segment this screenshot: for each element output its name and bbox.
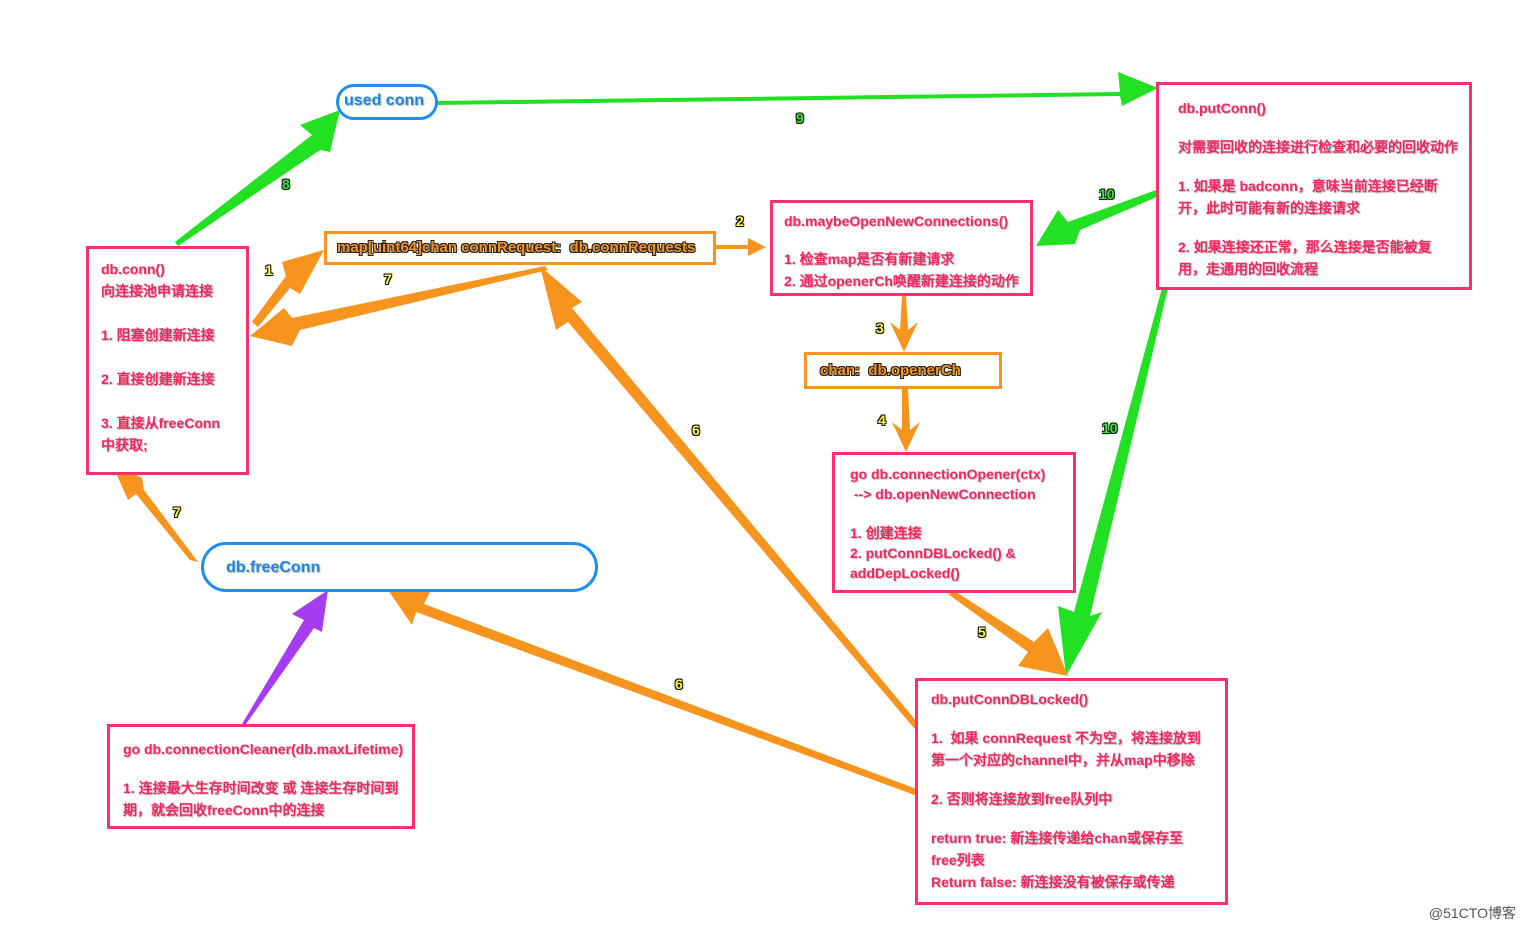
node-connection-opener: go db.connectionOpener(ctx) --> db.openN… <box>832 452 1076 593</box>
step-label-9: 9 <box>796 110 804 126</box>
arrow-9-used-to-putconn <box>437 72 1158 106</box>
node-put-conn-db-locked-item: free列表 <box>931 852 985 868</box>
node-maybe-open-item: 2. 通过openerCh唤醒新建连接的动作 <box>784 273 1019 289</box>
arrow-10-putconn-to-putconndblocked <box>1058 244 1178 676</box>
node-connection-opener-item: 1. 创建连接 <box>850 525 922 541</box>
step-label-7: 7 <box>384 271 392 287</box>
node-db-conn-item: 3. 直接从freeConn <box>101 415 221 431</box>
node-db-conn-item: 中获取; <box>101 437 148 453</box>
node-connection-cleaner-item: 期，就会回收freeConn中的连接 <box>123 802 325 818</box>
node-put-conn-item: 1. 如果是 badconn，意味当前连接已经断 <box>1178 178 1438 194</box>
node-connection-opener-subtitle: --> db.openNewConnection <box>850 486 1036 502</box>
node-put-conn-db-locked-item: 1. 如果 connRequest 不为空，将连接放到 <box>931 730 1201 746</box>
diagram-canvas: used conn db.conn() 向连接池申请连接 1. 阻塞创建新连接 … <box>0 0 1526 931</box>
node-put-conn-item: 2. 如果连接还正常，那么连接是否能被复 <box>1178 239 1432 255</box>
step-label-10: 10 <box>1102 420 1118 436</box>
arrow-cleaner-to-freeconn <box>242 590 328 724</box>
node-connection-cleaner-item: 1. 连接最大生存时间改变 或 连接生存时间到 <box>123 780 399 796</box>
step-label-6: 6 <box>692 422 700 438</box>
node-put-conn-title: db.putConn() <box>1178 100 1266 116</box>
arrow-4-openerch-to-opener <box>892 389 920 452</box>
step-label-2: 2 <box>736 213 744 229</box>
node-put-conn-db-locked-item: 第一个对应的channel中，并从map中移除 <box>931 752 1195 768</box>
node-put-conn-item: 开，此时可能有新的连接请求 <box>1178 200 1360 216</box>
node-db-conn-item: 1. 阻塞创建新连接 <box>101 327 215 343</box>
node-put-conn: db.putConn() 对需要回收的连接进行检查和必要的回收动作 1. 如果是… <box>1156 82 1472 290</box>
node-conn-requests: map[uint64]chan connRequest: db.connRequ… <box>324 231 716 265</box>
step-label-3: 3 <box>876 320 884 336</box>
step-label-1: 1 <box>265 262 273 278</box>
arrow-2-connrequests-to-maybeopen <box>716 238 766 256</box>
node-put-conn-db-locked-item: Return false: 新连接没有被保存或传递 <box>931 874 1175 890</box>
arrow-8-conn-to-used <box>175 110 340 246</box>
watermark: @51CTO博客 <box>1428 905 1516 921</box>
node-put-conn-db-locked-item: return true: 新连接传递给chan或保存至 <box>931 830 1184 846</box>
node-conn-requests-label: map[uint64]chan connRequest: db.connRequ… <box>337 239 696 256</box>
node-put-conn-db-locked-item: 2. 否则将连接放到free队列中 <box>931 791 1113 807</box>
step-label-6: 6 <box>675 676 683 692</box>
node-connection-opener-item: addDepLocked() <box>850 565 960 581</box>
node-maybe-open-item: 1. 检查map是否有新建请求 <box>784 251 955 267</box>
node-maybe-open: db.maybeOpenNewConnections() 1. 检查map是否有… <box>770 200 1033 296</box>
step-label-5: 5 <box>978 624 986 640</box>
node-db-conn: db.conn() 向连接池申请连接 1. 阻塞创建新连接 2. 直接创建新连接… <box>86 246 249 475</box>
node-put-conn-db-locked-title: db.putConnDBLocked() <box>931 691 1089 707</box>
node-free-conn-label: db.freeConn <box>226 559 321 576</box>
node-put-conn-item: 用，走通用的回收流程 <box>1178 261 1318 277</box>
node-put-conn-db-locked: db.putConnDBLocked() 1. 如果 connRequest 不… <box>915 678 1228 905</box>
node-used-conn: used conn <box>336 84 438 120</box>
node-db-conn-subtitle: 向连接池申请连接 <box>101 283 213 299</box>
node-connection-opener-title: go db.connectionOpener(ctx) <box>850 466 1046 482</box>
node-maybe-open-title: db.maybeOpenNewConnections() <box>784 213 1009 229</box>
arrow-5-opener-to-putconndblocked <box>948 592 1068 676</box>
node-used-conn-label: used conn <box>344 92 425 109</box>
node-connection-cleaner-title: go db.connectionCleaner(db.maxLifetime) <box>123 741 404 757</box>
step-label-8: 8 <box>282 176 290 192</box>
node-opener-ch-label: chan: db.openerCh <box>820 362 961 379</box>
node-db-conn-title: db.conn() <box>101 261 165 277</box>
step-label-7: 7 <box>173 504 181 520</box>
step-label-10: 10 <box>1099 186 1115 202</box>
arrow-7-freeconn-to-conn <box>112 464 198 562</box>
step-label-4: 4 <box>878 412 886 428</box>
node-connection-opener-item: 2. putConnDBLocked() & <box>850 545 1016 561</box>
node-free-conn: db.freeConn <box>201 542 598 592</box>
arrow-3-maybeopen-to-openerch <box>890 296 918 352</box>
node-opener-ch: chan: db.openerCh <box>804 352 1002 389</box>
node-put-conn-subtitle: 对需要回收的连接进行检查和必要的回收动作 <box>1178 139 1458 155</box>
node-db-conn-item: 2. 直接创建新连接 <box>101 371 215 387</box>
arrow-6-putconndblocked-to-freeconn <box>388 588 930 800</box>
node-connection-cleaner: go db.connectionCleaner(db.maxLifetime) … <box>107 724 415 829</box>
